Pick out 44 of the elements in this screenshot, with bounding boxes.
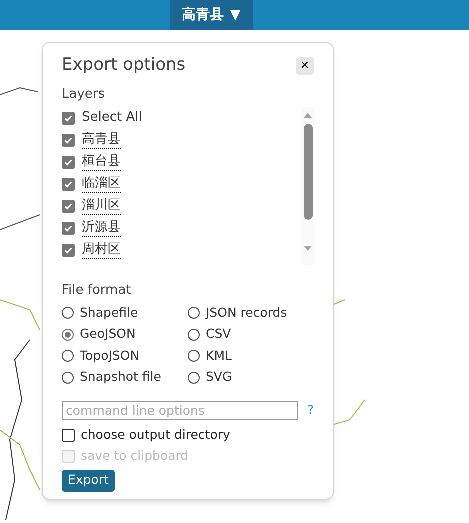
option-label: save to clipboard xyxy=(81,446,189,465)
dialog-title: Export options xyxy=(62,54,186,77)
format-label: JSON records xyxy=(206,304,288,322)
radio-button[interactable] xyxy=(62,328,74,341)
format-label: GeoJSON xyxy=(80,325,136,344)
scroll-thumb[interactable] xyxy=(304,124,312,220)
option-label: choose output directory xyxy=(81,426,230,444)
format-label: KML xyxy=(206,346,232,365)
checkbox[interactable] xyxy=(62,200,75,212)
checkbox[interactable] xyxy=(62,178,75,190)
help-link[interactable]: ? xyxy=(308,401,314,419)
scroll-down-icon[interactable] xyxy=(304,246,312,251)
checkbox[interactable] xyxy=(62,244,75,256)
command-line-field[interactable]: command line options xyxy=(62,400,298,420)
layer-name: 高青县 xyxy=(82,132,121,148)
radio-button[interactable] xyxy=(188,328,200,341)
checkbox[interactable] xyxy=(62,428,75,442)
radio-button[interactable] xyxy=(188,350,200,362)
export-button[interactable]: Export xyxy=(62,470,115,492)
checkbox[interactable] xyxy=(62,222,75,234)
format-label: Shapefile xyxy=(80,304,138,322)
layer-name: 沂源县 xyxy=(82,220,121,236)
layer-name: 淄川区 xyxy=(82,198,121,214)
radio-button[interactable] xyxy=(62,307,74,320)
format-label: CSV xyxy=(206,325,232,344)
close-button[interactable]: ✕ xyxy=(296,56,314,75)
scroll-up-icon[interactable] xyxy=(304,113,312,118)
checkbox[interactable] xyxy=(62,134,75,146)
file-format-label: File format xyxy=(62,282,132,300)
format-label: Snapshot file xyxy=(80,368,162,386)
layer-name: 周村区 xyxy=(82,242,121,258)
radio-button[interactable] xyxy=(62,350,74,362)
layers-label: Layers xyxy=(62,86,106,104)
format-label: SVG xyxy=(206,368,232,386)
layer-name: 桓台县 xyxy=(82,154,121,170)
select-all-label: Select All xyxy=(82,109,142,128)
layer-name: 临淄区 xyxy=(82,176,121,192)
checkbox[interactable] xyxy=(62,112,75,124)
format-label: TopoJSON xyxy=(80,346,140,365)
radio-button[interactable] xyxy=(188,372,200,384)
radio-button[interactable] xyxy=(62,372,74,384)
layer-menu-button[interactable]: 高青县 ▼ xyxy=(170,0,253,30)
radio-button[interactable] xyxy=(188,307,200,320)
checkbox[interactable] xyxy=(62,156,75,168)
